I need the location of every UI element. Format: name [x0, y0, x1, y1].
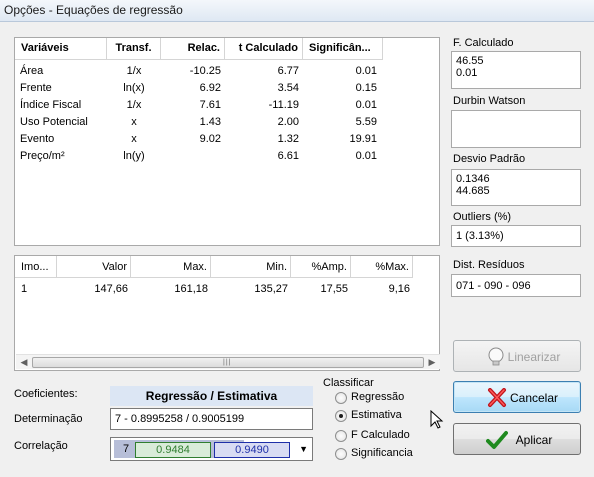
- cell-transf: x: [131, 133, 137, 145]
- cell-transf: 1/x: [126, 99, 142, 111]
- coeficientes-label: Coeficientes:: [14, 388, 78, 400]
- cell-variavel: Evento: [20, 133, 55, 145]
- radio-regressao-label[interactable]: Regressão: [351, 391, 404, 403]
- desvio-padrao-box: 0.1346 44.685: [451, 169, 581, 206]
- cell-significancia: 0.01: [355, 65, 377, 77]
- desvio-padrao-value-1: 0.1346: [456, 173, 490, 185]
- grip-icon: |||: [223, 359, 232, 366]
- desvio-padrao-value-2: 44.685: [456, 185, 490, 197]
- cell-min: 135,27: [254, 283, 288, 295]
- radio-estimativa[interactable]: [335, 410, 347, 422]
- desvio-padrao-label: Desvio Padrão: [453, 153, 526, 165]
- outliers-box: 1 (3.13%): [451, 225, 581, 247]
- cell-max: 161,18: [174, 283, 208, 295]
- cell-significancia: 0.01: [355, 99, 377, 111]
- dist-residuos-label: Dist. Resíduos: [453, 259, 525, 271]
- cell-relac: -10.25: [189, 65, 221, 77]
- col-header-min[interactable]: Min.: [211, 256, 291, 278]
- cell-relac: 6.92: [199, 82, 221, 94]
- cell-significancia: 5.59: [355, 116, 377, 128]
- determinacao-label: Determinação: [14, 413, 83, 425]
- radio-estimativa-label[interactable]: Estimativa: [351, 409, 402, 421]
- radio-f-calculado-label[interactable]: F Calculado: [351, 429, 410, 441]
- cell-significancia: 19.91: [349, 133, 377, 145]
- cell-amp: 17,55: [320, 283, 348, 295]
- outliers-label: Outliers (%): [453, 211, 512, 223]
- cancelar-label: Cancelar: [509, 391, 559, 405]
- correlacao-count: 7: [123, 443, 130, 455]
- radio-significancia[interactable]: [335, 448, 347, 460]
- col-header-t-calculado[interactable]: t Calculado: [225, 38, 303, 60]
- correlacao-select[interactable]: 7 0.9484 0.9490 ▼: [110, 437, 313, 461]
- correlacao-label: Correlação: [14, 440, 68, 452]
- cell-valor: 147,66: [94, 283, 128, 295]
- cell-t-calculado: 3.54: [277, 82, 299, 94]
- radio-f-calculado[interactable]: [335, 430, 347, 442]
- f-calculado-label: F. Calculado: [453, 37, 514, 49]
- col-header-transf[interactable]: Transf.: [107, 38, 161, 60]
- cell-t-calculado: 6.77: [277, 65, 299, 77]
- durbin-watson-label: Durbin Watson: [453, 95, 526, 107]
- col-header-valor[interactable]: Valor: [57, 256, 131, 278]
- cell-t-calculado: 6.61: [277, 150, 299, 162]
- dist-residuos-value: 071 - 090 - 096: [456, 280, 531, 292]
- aplicar-label: Aplicar: [515, 433, 553, 447]
- dropdown-arrow-icon[interactable]: ▼: [299, 444, 308, 454]
- cell-transf: ln(x): [123, 82, 145, 94]
- cell-variavel: Frente: [20, 82, 52, 94]
- col-header-significancia[interactable]: Significân...: [303, 38, 383, 60]
- window-title: Opções - Equações de regressão: [4, 3, 183, 17]
- cancelar-button[interactable]: Cancelar: [453, 381, 581, 413]
- mouse-cursor-icon: [430, 410, 444, 429]
- cell-pmax: 9,16: [388, 283, 410, 295]
- durbin-watson-box: [451, 110, 581, 148]
- radio-regressao[interactable]: [335, 392, 347, 404]
- col-header-imo[interactable]: Imo...: [15, 256, 57, 278]
- cell-significancia: 0.01: [355, 150, 377, 162]
- col-header-pmax[interactable]: %Max.: [351, 256, 413, 278]
- f-calculado-value-2: 0.01: [456, 67, 478, 79]
- col-header-amp[interactable]: %Amp.: [291, 256, 351, 278]
- cell-t-calculado: -11.19: [268, 99, 299, 111]
- cell-relac: [161, 150, 221, 167]
- col-header-max[interactable]: Max.: [131, 256, 211, 278]
- correlacao-value-blue: 0.9490: [214, 442, 290, 458]
- cell-t-calculado: 1.32: [277, 133, 299, 145]
- cell-transf: ln(y): [123, 150, 145, 162]
- scroll-right-arrow-icon[interactable]: ▶: [425, 356, 439, 369]
- aplicar-button[interactable]: Aplicar: [453, 423, 581, 455]
- determinacao-field[interactable]: 7 - 0.8995258 / 0.9005199: [110, 408, 313, 430]
- col-header-relac[interactable]: Relac.: [161, 38, 225, 60]
- scroll-left-arrow-icon[interactable]: ◀: [17, 356, 31, 369]
- radio-significancia-label[interactable]: Significancia: [351, 447, 413, 459]
- dist-residuos-box: 071 - 090 - 096: [451, 274, 581, 297]
- cell-transf: x: [131, 116, 137, 128]
- f-calculado-box: 46.55 0.01: [451, 51, 581, 89]
- col-header-variaveis[interactable]: Variáveis: [15, 38, 107, 60]
- cell-variavel: Preço/m²: [20, 150, 65, 162]
- title-bar: Opções - Equações de regressão: [0, 0, 594, 22]
- cell-imo: 1: [21, 283, 28, 295]
- classificar-label: Classificar: [323, 377, 374, 389]
- cell-relac: 9.02: [199, 133, 221, 145]
- scrollbar-thumb[interactable]: |||: [32, 357, 424, 368]
- cell-relac: 7.61: [199, 99, 221, 111]
- cell-t-calculado: 2.00: [277, 116, 299, 128]
- cell-relac: 1.43: [199, 116, 221, 128]
- linearizar-button[interactable]: Linearizar: [453, 340, 581, 372]
- linearizar-label: Linearizar: [507, 350, 561, 364]
- cell-variavel: Índice Fiscal: [20, 99, 82, 111]
- estimate-table[interactable]: Imo... Valor Max. Min. %Amp. %Max. 1 147…: [14, 255, 440, 371]
- horizontal-scrollbar[interactable]: ◀ ||| ▶: [16, 354, 440, 369]
- variables-table[interactable]: Variáveis Transf. Relac. t Calculado Sig…: [14, 37, 440, 246]
- correlacao-value-green: 0.9484: [135, 442, 211, 458]
- cell-transf: 1/x: [126, 65, 142, 77]
- f-calculado-value-1: 46.55: [456, 55, 484, 67]
- cell-variavel: Uso Potencial: [20, 116, 88, 128]
- cell-variavel: Área: [20, 65, 44, 77]
- outliers-value: 1 (3.13%): [456, 230, 504, 242]
- section-title: Regressão / Estimativa: [110, 386, 313, 406]
- cell-significancia: 0.15: [355, 82, 377, 94]
